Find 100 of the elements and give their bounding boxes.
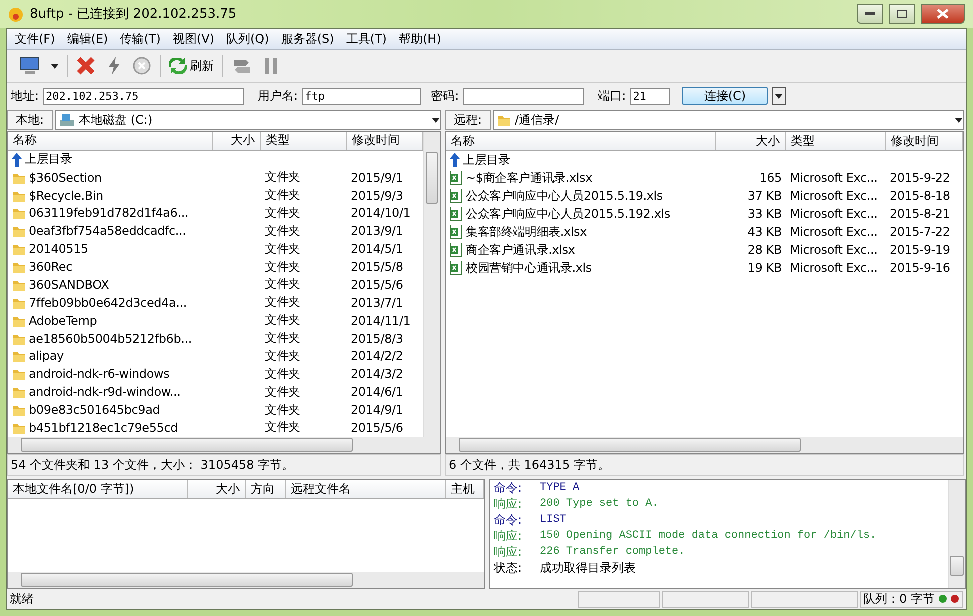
modified-date-cell-text: 2015/5/8	[350, 260, 404, 274]
column-header[interactable]: 修改时间	[886, 132, 963, 150]
file-name-cell[interactable]: 0eaf3fbf754a58eddcadfc...	[8, 224, 213, 238]
column-header[interactable]: 本地文件名[0/0 字节])	[8, 480, 188, 498]
address-field[interactable]: 202.102.253.75	[43, 88, 244, 104]
modified-date-cell-text: 2015-9-22	[889, 171, 952, 185]
log-message: 226 Transfer complete.	[540, 546, 686, 558]
column-header[interactable]: 类型	[786, 132, 886, 150]
file-type-cell-text: 文件夹	[264, 330, 302, 348]
file-name-cell[interactable]: 063119feb91d782d1f4a6...	[8, 206, 213, 220]
menu-item[interactable]: 传输(T)	[114, 30, 167, 48]
file-name-cell[interactable]: alipay	[8, 349, 213, 364]
file-type-cell-text: Microsoft Exc...	[789, 189, 879, 203]
file-name-cell[interactable]: 360SANDBOX	[8, 278, 213, 292]
horizontal-scrollbar[interactable]	[8, 437, 440, 453]
column-header[interactable]: 名称	[8, 132, 213, 150]
modified-date-cell-text: 2015/9/3	[350, 188, 404, 203]
refresh-icon	[169, 58, 187, 74]
column-header[interactable]: 远程文件名	[286, 480, 446, 498]
file-type-cell-text: 文件夹	[264, 258, 302, 276]
horizontal-scrollbar[interactable]	[446, 437, 963, 453]
vertical-scrollbar[interactable]	[948, 480, 965, 588]
column-header[interactable]: 大小	[716, 132, 786, 150]
menu-item[interactable]: 队列(Q)	[220, 30, 276, 48]
file-type-cell-text: 文件夹	[264, 348, 302, 365]
column-header[interactable]: 名称	[446, 132, 716, 150]
menu-item[interactable]: 文件(F)	[9, 30, 62, 48]
modified-date-cell-text: 2015-8-18	[889, 189, 952, 203]
menu-item[interactable]: 帮助(H)	[393, 30, 448, 48]
folder-icon	[497, 113, 512, 127]
menu-item[interactable]: 服务器(S)	[275, 30, 340, 48]
file-name-cell[interactable]: ~$商企客户通讯录.xlsx	[446, 170, 716, 186]
connect-dropdown-button[interactable]	[772, 87, 786, 105]
caret-icon	[955, 118, 963, 122]
file-name-cell[interactable]: ae18560b5004b5212fb6b...	[8, 332, 213, 346]
up-arrow-icon	[450, 153, 460, 167]
log-label: 响应:	[494, 496, 524, 512]
remote-label[interactable]: 远程:	[445, 110, 492, 130]
file-type-cell-text: Microsoft Exc...	[789, 261, 879, 275]
column-header[interactable]: 大小	[188, 480, 246, 498]
modified-date-cell-text: 2015-9-16	[889, 261, 952, 275]
username-field[interactable]: ftp	[302, 88, 422, 104]
menu-item[interactable]: 视图(V)	[166, 30, 220, 48]
file-name-cell[interactable]: $360Section	[8, 170, 213, 185]
folder-icon	[12, 403, 26, 418]
file-name-cell[interactable]: $Recycle.Bin	[8, 188, 213, 203]
vertical-scrollbar[interactable]	[423, 132, 440, 437]
remote-path-dropdown[interactable]: /通信录/	[493, 110, 964, 130]
username-label: 用户名:	[258, 88, 298, 104]
connect-button[interactable]: 连接(C)	[682, 87, 768, 105]
file-name-cell[interactable]: b451bf1218ec1c79e55cd	[8, 420, 213, 435]
dropdown-button[interactable]	[49, 62, 61, 70]
file-name-cell[interactable]: 商企客户通讯录.xlsx	[446, 242, 716, 258]
folder-icon	[12, 260, 26, 274]
file-name-cell[interactable]: android-ndk-r9d-window...	[8, 385, 213, 400]
modified-date-cell-text: 2015-8-21	[889, 207, 952, 221]
modified-date-cell-text: 2014/3/2	[350, 367, 404, 382]
up-arrow-icon	[12, 152, 22, 167]
file-name-cell[interactable]: 公众客户响应中心人员2015.5.19.xls	[446, 188, 716, 204]
column-header[interactable]: 类型	[261, 132, 347, 150]
parent-directory-item[interactable]: 上层目录	[446, 152, 716, 168]
file-type-cell-text: Microsoft Exc...	[789, 243, 879, 257]
parent-directory-item[interactable]: 上层目录	[8, 151, 213, 168]
file-name-cell[interactable]: AdobeTemp	[8, 314, 213, 328]
local-path-dropdown[interactable]: 本地磁盘 (C:)	[55, 110, 441, 130]
file-size-cell-text: 33 KB	[746, 207, 783, 221]
file-type-cell-text: 文件夹	[264, 366, 302, 383]
file-name-cell[interactable]: 360Rec	[8, 260, 213, 274]
close-button[interactable]	[921, 4, 965, 24]
modified-date-cell-text: 2015-7-22	[889, 225, 952, 239]
file-type-cell-text: 文件夹	[264, 384, 302, 401]
file-name-cell[interactable]: android-ndk-r6-windows	[8, 367, 213, 382]
file-name-cell[interactable]: 集客部终端明细表.xlsx	[446, 224, 716, 240]
column-header[interactable]: 主机	[446, 480, 484, 498]
modified-date-cell-text: 2014/2/2	[350, 349, 404, 364]
maximize-button[interactable]	[889, 4, 915, 24]
password-field[interactable]	[463, 88, 584, 104]
file-name-cell[interactable]: 校园营销中心通讯录.xls	[446, 260, 716, 276]
cross-icon	[76, 56, 96, 76]
menu-item[interactable]: 编辑(E)	[61, 30, 114, 48]
activity-light-icon	[951, 595, 959, 603]
drive-icon	[59, 113, 76, 127]
column-header[interactable]: 方向	[246, 480, 286, 498]
local-label[interactable]: 本地:	[7, 110, 54, 130]
file-type-cell-text: 文件夹	[264, 204, 302, 222]
horizontal-scrollbar[interactable]	[8, 572, 484, 588]
refresh-button[interactable]: 刷新	[167, 56, 216, 76]
port-field[interactable]: 21	[630, 88, 670, 104]
column-header[interactable]: 大小	[213, 132, 261, 150]
file-name-cell[interactable]: 公众客户响应中心人员2015.5.192.xls	[446, 206, 716, 222]
file-name-cell[interactable]: 7ffeb09bb0e642d3ced4a...	[8, 296, 213, 310]
modified-date-cell-text: 2014/9/1	[350, 403, 404, 418]
file-type-cell-text: Microsoft Exc...	[789, 207, 879, 221]
minimize-button[interactable]	[857, 4, 883, 24]
file-type-cell-text: 文件夹	[264, 169, 302, 186]
caret-icon	[432, 118, 440, 122]
file-name-cell[interactable]: b09e83c501645bc9ad	[8, 403, 213, 418]
file-name-cell[interactable]: 20140515	[8, 242, 213, 256]
menu-item[interactable]: 工具(T)	[340, 30, 393, 48]
log-message: 成功取得目录列表	[540, 560, 636, 576]
